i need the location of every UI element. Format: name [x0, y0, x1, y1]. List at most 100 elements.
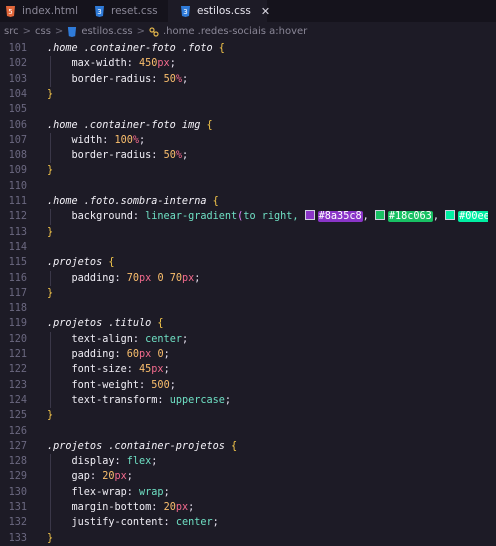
code-token: : [151, 502, 164, 513]
code-line: 107 width: 100%; [0, 133, 496, 148]
line-number: 132 [8, 517, 27, 529]
code-token: ; [151, 456, 158, 468]
chevron-right-icon: > [136, 26, 145, 37]
color-swatch[interactable] [304, 210, 315, 221]
code-token: : [114, 456, 127, 468]
tab-estilos-css[interactable]: 3 estilos.css ✕ [168, 0, 270, 22]
code-text: .home .foto.sombra-interna { [47, 194, 219, 209]
code-line: 105 [0, 102, 496, 117]
code-line: 121 padding: 60px 0; [0, 347, 496, 362]
tab-index-html[interactable]: 5 index.html [0, 0, 84, 22]
code-text: .projetos { [47, 255, 114, 270]
code-text: font-size: 45px; [47, 362, 170, 377]
code-token: ; [163, 486, 170, 498]
code-token: border-radius [47, 73, 152, 85]
html-file-icon: 5 [5, 5, 16, 17]
line-number: 128 [8, 456, 27, 468]
line-number: 102 [8, 58, 27, 70]
code-token: to right, [243, 211, 305, 223]
code-token: ; [126, 471, 133, 483]
hex-color-value: #18c063 [387, 211, 433, 223]
code-token: ; [181, 150, 189, 162]
close-icon[interactable]: ✕ [261, 5, 270, 18]
code-text: padding: 60px 0; [47, 347, 170, 362]
code-token: : [132, 333, 146, 345]
code-token: : [132, 211, 146, 223]
code-token: px [157, 58, 170, 70]
code-line: 119 .projetos .titulo { [0, 316, 496, 331]
code-token: ; [169, 379, 176, 391]
code-token: center [145, 333, 182, 345]
color-swatch[interactable] [374, 210, 385, 221]
code-token: ; [169, 58, 176, 70]
code-token: gap [47, 471, 90, 483]
tab-reset-css[interactable]: 3 reset.css [84, 0, 168, 22]
line-number: 119 [8, 318, 27, 330]
code-line: 126 [0, 424, 496, 439]
breadcrumb-item-src[interactable]: src [4, 26, 19, 37]
code-text: display: flex; [47, 454, 158, 469]
indent-guide [50, 209, 51, 225]
code-token: text-transform [47, 394, 158, 406]
code-line: 123 font-weight: 500; [0, 378, 496, 393]
breadcrumb-item-css[interactable]: css [35, 26, 51, 37]
indent-guide [50, 270, 51, 286]
code-text: } [47, 531, 53, 546]
code-token: { [231, 440, 238, 452]
code-token: .home .container-foto .foto [47, 43, 219, 54]
css-file-icon: 3 [94, 5, 105, 17]
code-line: 125} [0, 408, 496, 423]
code-text: border-radius: 50%; [47, 72, 189, 87]
line-number: 122 [8, 364, 27, 376]
code-token: .projetos .container-projetos [47, 440, 232, 452]
code-token: : [151, 150, 164, 162]
color-swatch[interactable] [445, 210, 456, 221]
line-number: 124 [8, 394, 27, 406]
code-token: .projetos .titulo [47, 318, 158, 330]
code-line: 120 text-align: center; [0, 332, 496, 347]
code-token: : [126, 58, 140, 70]
code-editor[interactable]: 101 .home .container-foto .foto {102 max-… [0, 41, 496, 544]
code-text: margin-bottom: 20px; [47, 500, 195, 515]
code-token: 70 [169, 272, 183, 284]
code-line: 109} [0, 163, 496, 178]
breadcrumb-item-selector[interactable]: .home .redes-sociais a:hover [163, 26, 307, 37]
code-text: .projetos .container-projetos { [47, 439, 237, 454]
code-text: } [47, 225, 53, 240]
editor-scrollbar[interactable] [488, 41, 496, 500]
code-token: font-weight [47, 379, 140, 391]
breadcrumb: src > css > estilos.css > .home .redes-s… [0, 22, 496, 41]
code-token: .home .container-foto img [47, 119, 207, 131]
code-token: { [218, 43, 225, 54]
selector-icon [149, 26, 159, 37]
code-text: flex-wrap: wrap; [47, 485, 170, 500]
code-token: background [47, 211, 133, 223]
code-line: 122 font-size: 45px; [0, 362, 496, 377]
breadcrumb-item-file[interactable]: estilos.css [81, 26, 132, 37]
code-line: 113} [0, 225, 496, 240]
code-text: .projetos .titulo { [47, 316, 164, 331]
code-text: } [47, 163, 53, 178]
code-token: 60 [126, 349, 140, 360]
code-text: .home .container-foto img { [47, 118, 213, 133]
code-token: : [126, 364, 140, 376]
svg-text:5: 5 [8, 8, 12, 16]
indent-guide [50, 56, 51, 87]
code-token: ; [212, 517, 219, 529]
code-token: ; [181, 333, 189, 345]
line-number: 103 [8, 73, 27, 85]
code-token: , [362, 211, 375, 223]
line-number: 109 [8, 165, 27, 177]
line-number: 116 [8, 272, 27, 284]
code-line: 114 [0, 240, 496, 255]
code-line: 133} [0, 531, 496, 546]
tab-bar: 5 index.html 3 reset.css 3 estilos.css ✕ [0, 0, 496, 22]
code-token: flex-wrap [47, 486, 127, 498]
code-line: 117} [0, 286, 496, 301]
code-token: { [206, 119, 213, 131]
chevron-right-icon: > [22, 26, 31, 37]
code-token: px [114, 471, 127, 483]
code-line: 131 margin-bottom: 20px; [0, 500, 496, 515]
code-token: : [157, 394, 170, 406]
code-token: 20 [163, 502, 176, 513]
